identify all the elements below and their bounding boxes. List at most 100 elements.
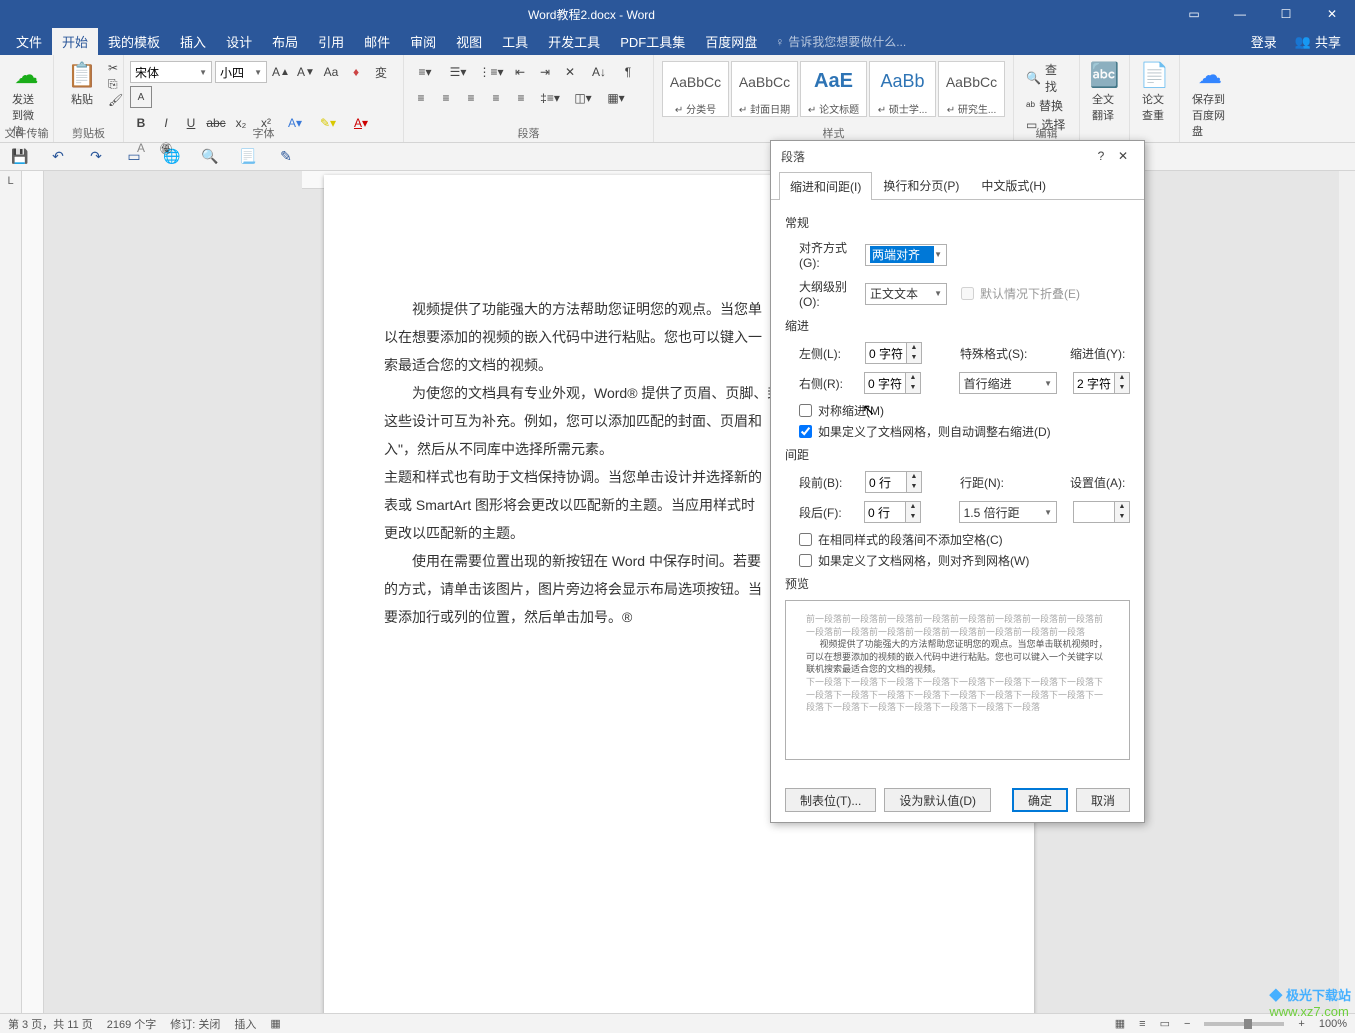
zoom-in-icon[interactable]: + — [1298, 1018, 1304, 1030]
close-icon[interactable]: ✕ — [1309, 0, 1355, 28]
borders-icon[interactable]: ▦▾ — [601, 87, 631, 109]
share-button[interactable]: 👥 共享 — [1287, 32, 1349, 51]
paper-check-button[interactable]: 📄 论文查重 — [1136, 57, 1173, 125]
line-spacing-select[interactable]: 1.5 倍行距▼ — [959, 501, 1057, 523]
menu-pdf[interactable]: PDF工具集 — [610, 28, 695, 55]
zoom-slider[interactable] — [1204, 1022, 1284, 1026]
phonetic-guide-icon[interactable]: 変 — [370, 61, 392, 83]
replace-button[interactable]: ᵃᵇ替换 — [1026, 97, 1067, 114]
set-value-spinner[interactable]: ▲▼ — [1073, 501, 1130, 523]
vertical-ruler[interactable] — [22, 171, 44, 1013]
undo-icon[interactable]: ↶ — [48, 147, 68, 167]
menu-design[interactable]: 设计 — [216, 28, 262, 55]
menu-review[interactable]: 审阅 — [400, 28, 446, 55]
menu-mailings[interactable]: 邮件 — [354, 28, 400, 55]
spin-down-icon[interactable]: ▼ — [1115, 512, 1129, 522]
spin-down-icon[interactable]: ▼ — [907, 353, 921, 363]
ribbon-display-icon[interactable]: ▭ — [1171, 0, 1217, 28]
save-icon[interactable]: 💾 — [10, 147, 30, 167]
multilevel-icon[interactable]: ⋮≡▾ — [476, 61, 506, 83]
outline-select[interactable]: 正文文本▼ — [865, 283, 947, 305]
menu-home[interactable]: 开始 — [52, 28, 98, 55]
minimize-icon[interactable]: — — [1217, 0, 1263, 28]
menu-layout[interactable]: 布局 — [262, 28, 308, 55]
distribute-icon[interactable]: ≡ — [510, 87, 532, 109]
line-spacing-icon[interactable]: ‡≡▾ — [535, 87, 565, 109]
spin-down-icon[interactable]: ▼ — [906, 383, 920, 393]
tab-indent-spacing[interactable]: 缩进和间距(I) — [779, 172, 872, 200]
special-format-select[interactable]: 首行缩进▼ — [959, 372, 1057, 394]
sort-icon[interactable]: A↓ — [584, 61, 614, 83]
view-read-icon[interactable]: ▦ — [1115, 1017, 1125, 1030]
spin-down-icon[interactable]: ▼ — [907, 482, 921, 492]
status-page[interactable]: 第 3 页，共 11 页 — [8, 1016, 93, 1032]
font-name-select[interactable]: 宋体▼ — [130, 61, 212, 83]
menu-references[interactable]: 引用 — [308, 28, 354, 55]
show-marks-icon[interactable]: ¶ — [617, 61, 639, 83]
font-size-select[interactable]: 小四▼ — [215, 61, 267, 83]
style-item[interactable]: AaBb↵ 硕士学... — [869, 61, 936, 117]
snap-grid-checkbox[interactable]: 如果定义了文档网格，则对齐到网格(W) — [799, 552, 1130, 569]
vertical-scrollbar[interactable] — [1339, 171, 1355, 1013]
menu-file[interactable]: 文件 — [6, 28, 52, 55]
cancel-button[interactable]: 取消 — [1076, 788, 1130, 812]
style-item[interactable]: AaE↵ 论文标题 — [800, 61, 867, 117]
clear-format-icon[interactable]: ♦ — [345, 61, 367, 83]
spin-up-icon[interactable]: ▲ — [1115, 373, 1129, 383]
find-button[interactable]: 🔍查找 — [1026, 61, 1067, 95]
menu-templates[interactable]: 我的模板 — [98, 28, 170, 55]
space-after-spinner[interactable]: ▲▼ — [864, 501, 921, 523]
shrink-font-icon[interactable]: A▼ — [295, 61, 317, 83]
view-print-icon[interactable]: ≡ — [1139, 1018, 1145, 1030]
indent-left-spinner[interactable]: ▲▼ — [865, 342, 922, 364]
no-space-same-style-checkbox[interactable]: 在相同样式的段落间不添加空格(C) — [799, 531, 1130, 548]
spin-down-icon[interactable]: ▼ — [1115, 383, 1129, 393]
status-revision[interactable]: 修订: 关闭 — [170, 1016, 220, 1032]
align-right-icon[interactable]: ≡ — [460, 87, 482, 109]
set-default-button[interactable]: 设为默认值(D) — [884, 788, 991, 812]
status-words[interactable]: 2169 个字 — [107, 1016, 157, 1032]
tab-chinese-layout[interactable]: 中文版式(H) — [970, 171, 1057, 199]
tab-selector[interactable]: L — [0, 171, 22, 1013]
styles-gallery[interactable]: AaBbCc↵ 分类号 AaBbCc↵ 封面日期 AaE↵ 论文标题 AaBb↵… — [660, 57, 1007, 121]
spin-up-icon[interactable]: ▲ — [907, 343, 921, 353]
shading-icon[interactable]: ◫▾ — [568, 87, 598, 109]
menu-baidu[interactable]: 百度网盘 — [695, 28, 767, 55]
menu-view[interactable]: 视图 — [446, 28, 492, 55]
alignment-select[interactable]: 两端对齐▼ — [865, 244, 947, 266]
style-item[interactable]: AaBbCc↵ 封面日期 — [731, 61, 798, 117]
view-web-icon[interactable]: ▭ — [1160, 1017, 1170, 1030]
translate-full-button[interactable]: 🔤 全文翻译 — [1086, 57, 1123, 125]
redo-icon[interactable]: ↷ — [86, 147, 106, 167]
paste-button[interactable]: 📋 粘贴 — [60, 57, 104, 109]
numbering-icon[interactable]: ☰▾ — [443, 61, 473, 83]
menu-tools[interactable]: 工具 — [492, 28, 538, 55]
collapse-checkbox[interactable]: 默认情况下折叠(E) — [961, 285, 1080, 302]
increase-indent-icon[interactable]: ⇥ — [534, 61, 556, 83]
spin-up-icon[interactable]: ▲ — [1115, 502, 1129, 512]
space-before-spinner[interactable]: ▲▼ — [865, 471, 922, 493]
change-case-icon[interactable]: Aa — [320, 61, 342, 83]
bullets-icon[interactable]: ≡▾ — [410, 61, 440, 83]
auto-adjust-indent-checkbox[interactable]: 如果定义了文档网格，则自动调整右缩进(D) — [799, 423, 1130, 440]
dialog-close-icon[interactable]: ✕ — [1112, 145, 1134, 167]
spin-up-icon[interactable]: ▲ — [906, 373, 920, 383]
mirror-indent-checkbox[interactable]: 对称缩进(M) — [799, 402, 1130, 419]
spin-up-icon[interactable]: ▲ — [906, 502, 920, 512]
ltr-icon[interactable]: ✕ — [559, 61, 581, 83]
tab-line-page-breaks[interactable]: 换行和分页(P) — [872, 171, 970, 199]
indent-right-spinner[interactable]: ▲▼ — [864, 372, 921, 394]
align-center-icon[interactable]: ≡ — [435, 87, 457, 109]
zoom-out-icon[interactable]: − — [1184, 1018, 1190, 1030]
spin-down-icon[interactable]: ▼ — [906, 512, 920, 522]
status-insert[interactable]: 插入 — [234, 1016, 256, 1032]
decrease-indent-icon[interactable]: ⇤ — [509, 61, 531, 83]
maximize-icon[interactable]: ☐ — [1263, 0, 1309, 28]
align-left-icon[interactable]: ≡ — [410, 87, 432, 109]
menu-insert[interactable]: 插入 — [170, 28, 216, 55]
save-baidu-button[interactable]: ☁ 保存到百度网盘 — [1186, 57, 1234, 141]
tabs-button[interactable]: 制表位(T)... — [785, 788, 876, 812]
indent-value-spinner[interactable]: ▲▼ — [1073, 372, 1130, 394]
macro-icon[interactable]: ▦ — [270, 1017, 280, 1030]
char-border-icon[interactable]: A — [130, 86, 152, 108]
